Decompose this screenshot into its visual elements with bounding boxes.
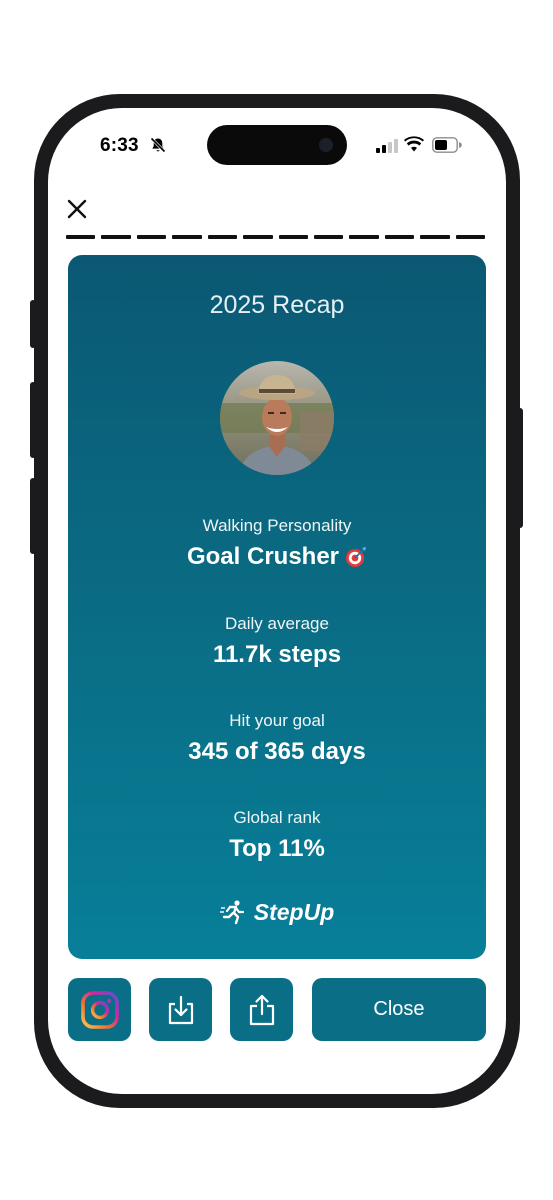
avatar: [220, 361, 334, 475]
recap-card: 2025 Recap Walking Personality Goal Crus…: [68, 255, 486, 959]
close-icon[interactable]: [66, 198, 88, 220]
wifi-icon: [404, 136, 424, 152]
goal-label: Hit your goal: [229, 711, 325, 730]
progress-segment: [455, 235, 486, 239]
goal-value: 345 of 365 days: [188, 738, 366, 765]
recap-title: 2025 Recap: [209, 291, 345, 319]
share-button[interactable]: [230, 978, 293, 1041]
share-icon: [249, 994, 274, 1025]
phone-screen: 6:33 2025 Recap Walking Personality Goal…: [48, 108, 506, 1094]
story-progress-bar: [66, 235, 486, 239]
dynamic-island: [207, 125, 347, 165]
signal-icon: [376, 139, 398, 153]
daily-average-label: Daily average: [225, 614, 329, 633]
progress-segment: [101, 235, 131, 239]
phone-frame: 6:33 2025 Recap Walking Personality Goal…: [34, 94, 520, 1108]
instagram-share-button[interactable]: [68, 978, 131, 1041]
progress-segment: [243, 235, 273, 239]
progress-segment: [172, 235, 202, 239]
personality-label: Walking Personality: [202, 516, 352, 535]
progress-segment: [420, 235, 450, 239]
battery-icon: [432, 137, 462, 153]
progress-segment: [349, 235, 379, 239]
brand-name: StepUp: [253, 898, 335, 925]
brand-logo: StepUp: [68, 898, 486, 926]
download-button[interactable]: [149, 978, 212, 1041]
personality-value: Goal Crusher: [186, 543, 340, 570]
rank-value: Top 11%: [229, 835, 325, 862]
progress-segment: [313, 235, 344, 239]
personality-value-row: Goal Crusher: [68, 543, 486, 571]
front-camera: [319, 138, 333, 152]
close-button[interactable]: Close: [312, 978, 486, 1041]
bell-slash-icon: [150, 137, 166, 153]
status-time: 6:33: [100, 135, 139, 156]
download-icon: [168, 995, 193, 1024]
progress-segment: [136, 235, 167, 239]
progress-segment: [384, 235, 415, 239]
progress-segment: [278, 235, 308, 239]
progress-segment: [66, 235, 96, 239]
runner-icon: [219, 900, 244, 925]
dart-target-icon: [346, 547, 367, 567]
close-button-label: Close: [373, 998, 425, 1020]
instagram-icon: [80, 990, 119, 1029]
daily-average-value: 11.7k steps: [212, 641, 342, 668]
rank-label: Global rank: [233, 808, 321, 827]
progress-segment: [207, 235, 238, 239]
